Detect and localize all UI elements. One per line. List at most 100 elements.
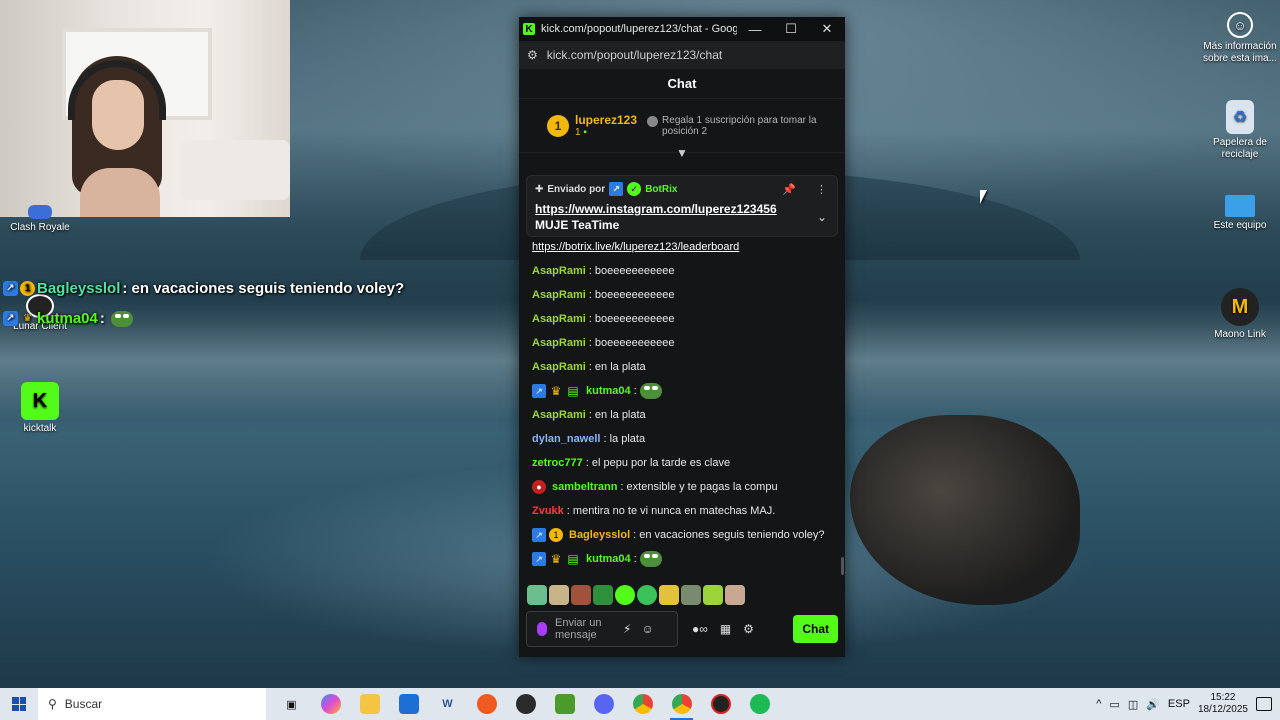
chat-username: AsapRami xyxy=(532,313,586,325)
task-view-button[interactable]: ▣ xyxy=(272,688,311,720)
chat-username: dylan_nawell xyxy=(532,433,601,445)
chat-title: Chat xyxy=(519,69,845,99)
gift-icon: ▪ xyxy=(583,127,587,138)
leader-username[interactable]: luperez123 xyxy=(575,113,637,127)
emote-icon[interactable] xyxy=(703,585,723,605)
chat-username: AsapRami xyxy=(532,265,586,277)
search-icon: ⚲ xyxy=(48,697,57,711)
emote-icon[interactable] xyxy=(571,585,591,605)
emote-icon[interactable] xyxy=(637,585,657,605)
pepe-emote-icon xyxy=(639,551,662,567)
desktop-icon-this-pc[interactable]: Este equipo xyxy=(1200,195,1280,232)
taskbar-app-explorer[interactable] xyxy=(350,688,389,720)
minecraft-icon xyxy=(554,694,575,714)
chat-input[interactable]: Enviar un mensaje ⚡ ☺ xyxy=(526,611,678,647)
chat-username: Zvukk xyxy=(532,505,564,517)
clock-time: 15:22 xyxy=(1210,692,1236,703)
taskbar-app-chrome-kick[interactable] xyxy=(662,688,701,720)
taskbar-app-copilot[interactable] xyxy=(311,688,350,720)
recent-emotes-bar xyxy=(527,585,745,605)
spotify-icon xyxy=(749,694,770,714)
vip-badge-icon: ↗ xyxy=(3,281,18,296)
emote-icon[interactable] xyxy=(615,585,635,605)
pinned-author[interactable]: BotRix xyxy=(645,184,677,195)
command-icon[interactable]: ⚡ xyxy=(623,622,631,636)
emote-icon[interactable] xyxy=(527,585,547,605)
more-options-icon[interactable]: ⋮ xyxy=(816,183,827,196)
notifications-icon[interactable] xyxy=(1256,697,1272,711)
start-button[interactable] xyxy=(0,688,38,720)
taskbar-app-minecraft[interactable] xyxy=(545,688,584,720)
clock[interactable]: 15:22 18/12/2025 xyxy=(1198,692,1248,716)
chat-message: AsapRami: boeeeeeeeeeee xyxy=(532,307,832,331)
emoji-icon[interactable]: ☺ xyxy=(641,622,653,636)
chat-message[interactable]: https://botrix.live/k/luperez123/leaderb… xyxy=(532,235,832,259)
system-tray: ^ ▭ ◫ 🔊 ESP 15:22 18/12/2025 xyxy=(1096,692,1280,716)
tray-expand-icon[interactable]: ^ xyxy=(1096,698,1101,710)
kick-points-icon[interactable]: ●∞ xyxy=(692,622,708,636)
taskbar-app-spotify[interactable] xyxy=(740,688,779,720)
chat-text: : boeeeeeeeeeee xyxy=(588,289,675,301)
unpin-icon[interactable]: 📌 xyxy=(782,183,796,196)
chat-username: AsapRami xyxy=(532,337,586,349)
taskbar-app-obs[interactable] xyxy=(506,688,545,720)
settings-gear-icon[interactable]: ⚙ xyxy=(743,622,754,636)
chevron-down-icon[interactable]: ⌄ xyxy=(817,210,827,224)
microphone-icon[interactable] xyxy=(537,622,547,636)
recycle-bin-icon: ♻ xyxy=(1226,100,1254,134)
pinned-subtext: MUJE TeaTime xyxy=(535,218,620,232)
search-placeholder: Buscar xyxy=(64,697,103,711)
recording-app-icon xyxy=(710,694,731,714)
vip-badge-icon: ↗ xyxy=(3,311,18,326)
chrome-profile-icon xyxy=(671,694,692,714)
taskbar-app-obs-red[interactable] xyxy=(701,688,740,720)
overlay-chat-line-1: ↗ 1 Bagleysslol : en vacaciones seguis t… xyxy=(3,280,404,297)
chat-text: : xyxy=(633,553,637,565)
chat-scrollbar[interactable] xyxy=(841,557,844,575)
chrome-icon xyxy=(632,694,653,714)
close-button[interactable]: ✕ xyxy=(809,21,845,37)
taskbar-apps: ▣ W xyxy=(272,688,779,720)
chat-message: AsapRami: en la plata xyxy=(532,403,832,427)
desktop-icon-kicktalk[interactable]: K kicktalk xyxy=(0,382,80,435)
taskbar-app-discord[interactable] xyxy=(584,688,623,720)
chat-username: sambeltrann xyxy=(552,481,618,493)
taskbar-app-chrome[interactable] xyxy=(623,688,662,720)
emote-icon[interactable] xyxy=(593,585,613,605)
maono-link-icon: M xyxy=(1221,288,1259,326)
pinned-link[interactable]: https://www.instagram.com/luperez123456 xyxy=(535,202,829,216)
chat-messages: https://botrix.live/k/luperez123/leaderb… xyxy=(519,235,845,575)
emote-icon[interactable] xyxy=(659,585,679,605)
desktop-icon-more-info[interactable]: ☺ Más información sobre esta ima... xyxy=(1200,12,1280,65)
app-icon xyxy=(476,694,497,714)
window-title: kick.com/popout/luperez123/chat - Google… xyxy=(541,23,737,35)
send-chat-button[interactable]: Chat xyxy=(793,615,838,643)
emote-icon[interactable] xyxy=(725,585,745,605)
network-icon[interactable]: ◫ xyxy=(1128,698,1138,711)
taskbar-app-word[interactable]: W xyxy=(428,688,467,720)
taskbar-app-store[interactable] xyxy=(389,688,428,720)
desktop-icon-clash-royale[interactable]: Clash Royale xyxy=(0,205,80,234)
volume-icon[interactable]: 🔊 xyxy=(1146,698,1160,711)
store-icon[interactable]: ▦ xyxy=(720,622,731,636)
chat-message: AsapRami: boeeeeeeeeeee xyxy=(532,331,832,355)
chat-text: : boeeeeeeeeeee xyxy=(588,313,675,325)
address-bar[interactable]: ⚙ kick.com/popout/luperez123/chat xyxy=(519,41,845,69)
language-indicator[interactable]: ESP xyxy=(1168,698,1190,710)
gift-prompt[interactable]: Regala 1 suscripción para tomar la posic… xyxy=(647,115,822,137)
taskbar-search[interactable]: ⚲ Buscar xyxy=(38,688,266,720)
chat-text: : en la plata xyxy=(588,409,646,421)
site-settings-icon[interactable]: ⚙ xyxy=(527,48,538,62)
maximize-button[interactable]: ☐ xyxy=(773,21,809,37)
battery-icon[interactable]: ▭ xyxy=(1109,698,1119,711)
collapse-arrow-icon[interactable]: ▼ xyxy=(676,146,688,160)
taskbar-app-orange[interactable] xyxy=(467,688,506,720)
desktop-icon-maono-link[interactable]: M Maono Link xyxy=(1200,288,1280,341)
chat-input-placeholder: Enviar un mensaje xyxy=(555,617,602,641)
minimize-button[interactable]: — xyxy=(737,22,773,37)
chat-text: : boeeeeeeeeeee xyxy=(588,337,675,349)
desktop-icon-recycle-bin[interactable]: ♻ Papelera de reciclaje xyxy=(1200,100,1280,161)
clock-date: 18/12/2025 xyxy=(1197,704,1248,715)
emote-icon[interactable] xyxy=(549,585,569,605)
emote-icon[interactable] xyxy=(681,585,701,605)
